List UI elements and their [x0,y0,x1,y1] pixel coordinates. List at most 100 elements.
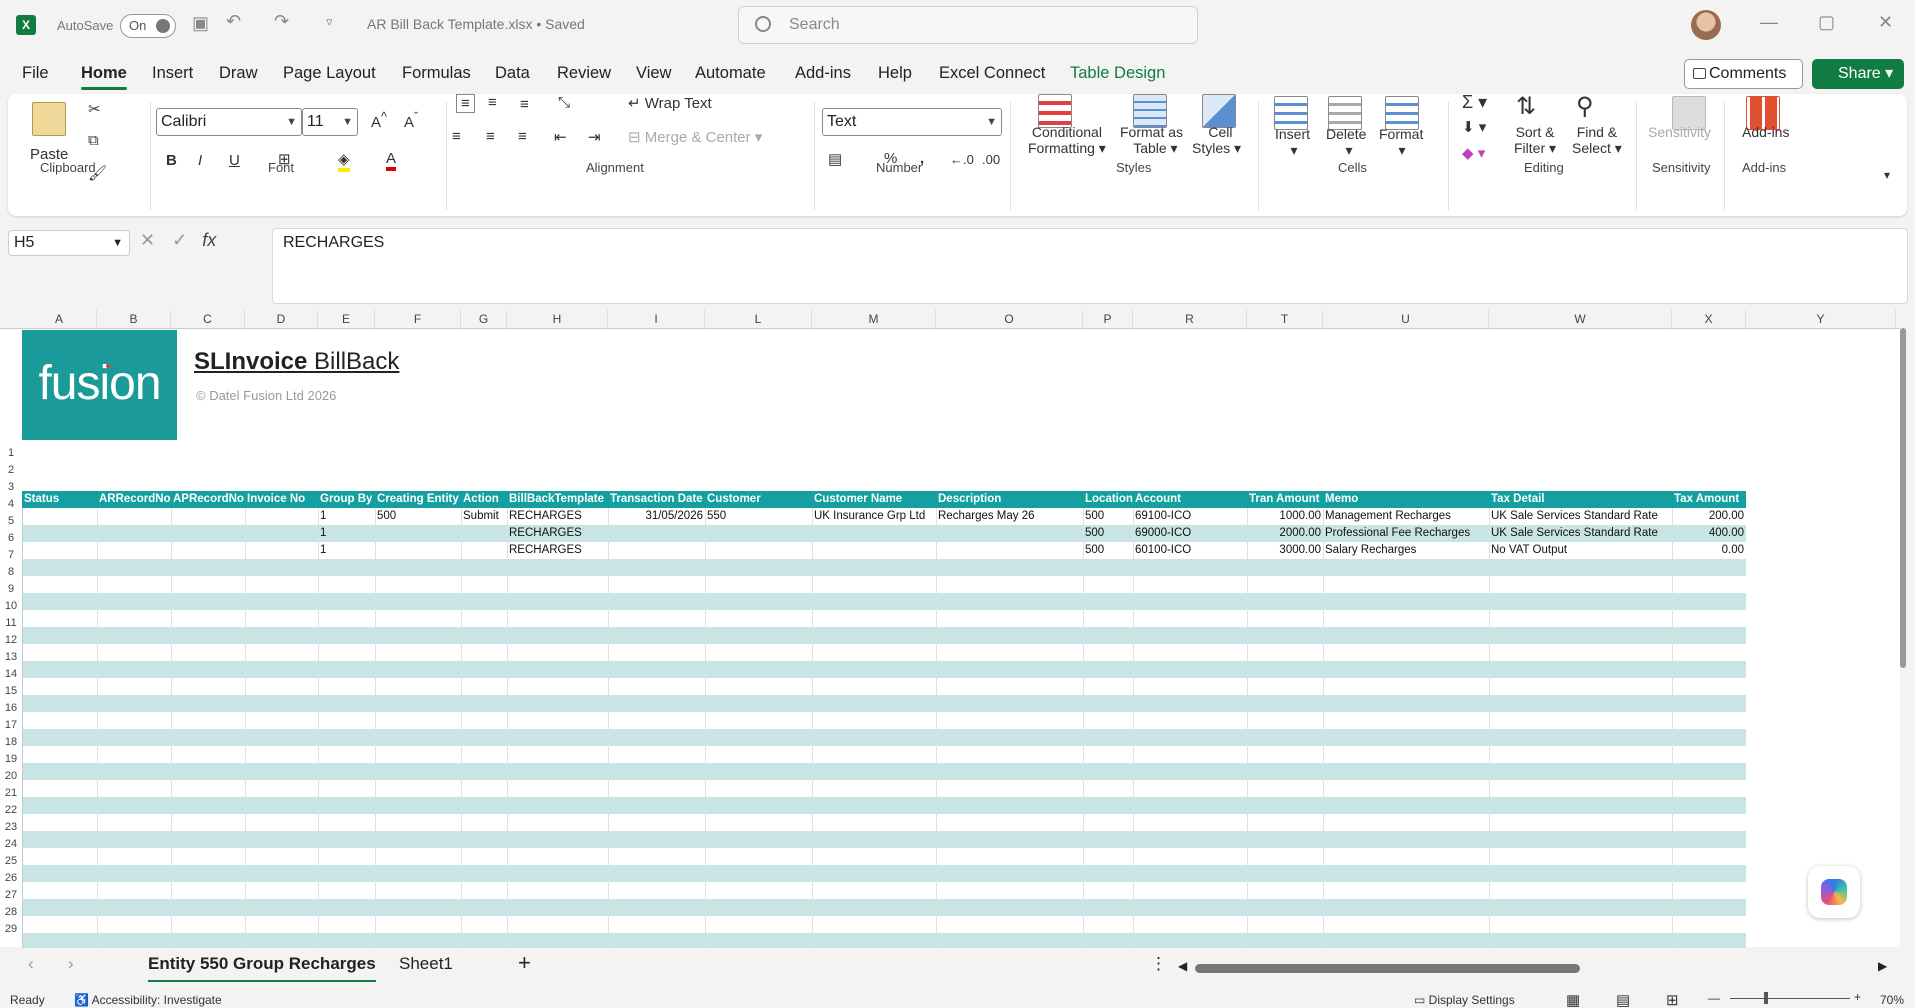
customize-qat-icon[interactable]: ▿ [326,14,333,30]
zoom-level[interactable]: 70% [1880,993,1904,1007]
table-cell[interactable] [22,508,97,525]
horizontal-scroll-thumb[interactable] [1195,964,1580,973]
sheet-tab-entity-550[interactable]: Entity 550 Group Recharges [148,954,376,982]
table-header-cell[interactable]: ARRecordNo [97,491,171,508]
tab-add-ins[interactable]: Add-ins [795,64,851,83]
tab-help[interactable]: Help [878,64,912,83]
enter-icon[interactable]: ✓ [172,230,187,250]
table-cell[interactable] [461,525,507,542]
bold-button[interactable]: B [166,152,177,169]
column-header-x[interactable]: X [1672,310,1746,329]
row-header[interactable]: 27 [0,889,22,901]
delete-cells-icon[interactable] [1328,96,1362,130]
table-cell[interactable] [245,542,318,559]
table-row[interactable] [22,712,1746,729]
column-header-u[interactable]: U [1323,310,1489,329]
tab-data[interactable]: Data [495,64,530,83]
table-header-cell[interactable]: Tax Detail [1489,491,1672,508]
table-cell[interactable]: No VAT Output [1489,542,1672,559]
fill-icon[interactable]: ⬇ ▾ [1462,118,1486,136]
align-left-icon[interactable]: ≡ [452,128,461,145]
cell-styles-icon[interactable] [1202,94,1236,128]
tab-page-layout[interactable]: Page Layout [283,64,376,83]
insert-function-icon[interactable]: fx [202,230,216,250]
table-row[interactable] [22,763,1746,780]
more-options-icon[interactable]: ⋮ [1150,954,1167,974]
copy-icon[interactable]: ⧉ [88,132,99,149]
row-header[interactable]: 8 [0,566,22,578]
table-row[interactable] [22,797,1746,814]
row-header[interactable]: 17 [0,719,22,731]
column-header-d[interactable]: D [245,310,318,329]
table-row[interactable] [22,627,1746,644]
tab-excel-connect[interactable]: Excel Connect [939,64,1045,83]
sort-filter-icon[interactable]: ⇅ [1516,92,1536,121]
row-header[interactable]: 26 [0,872,22,884]
insert-cells-button[interactable]: Insert ▾ [1275,126,1310,159]
scroll-right-icon[interactable]: ▶ [1878,959,1887,973]
cell-styles-button[interactable]: Cell Styles ▾ [1192,124,1241,157]
table-header-cell[interactable]: Invoice No [245,491,318,508]
format-as-table-icon[interactable] [1133,94,1167,128]
close-icon[interactable]: ✕ [1878,12,1893,33]
zoom-out-icon[interactable]: — [1708,991,1720,1005]
row-header[interactable]: 1 [0,447,22,459]
table-header-cell[interactable]: Description [936,491,1083,508]
user-avatar[interactable] [1691,10,1721,40]
table-cell[interactable]: 31/05/2026 [608,508,705,525]
table-cell[interactable] [705,542,812,559]
table-row[interactable] [22,746,1746,763]
table-cell[interactable]: UK Sale Services Standard Rate [1489,525,1672,542]
table-header-cell[interactable]: Transaction Date [608,491,705,508]
table-header-cell[interactable]: Customer [705,491,812,508]
table-cell[interactable]: 200.00 [1672,508,1746,525]
row-header[interactable]: 19 [0,753,22,765]
italic-button[interactable]: I [198,152,202,169]
sort-filter-button[interactable]: Sort & Filter ▾ [1514,124,1556,157]
row-header[interactable]: 5 [0,515,22,527]
row-header[interactable]: 25 [0,855,22,867]
name-box[interactable]: H5 ▼ [8,230,130,256]
column-header-a[interactable]: A [22,310,97,329]
column-header-t[interactable]: T [1247,310,1323,329]
prev-sheet-icon[interactable]: ‹ [28,954,34,974]
find-select-button[interactable]: Find & Select ▾ [1572,124,1622,157]
table-cell[interactable] [812,542,936,559]
paste-icon[interactable] [32,102,66,136]
table-row[interactable] [22,593,1746,610]
sheet-tab-sheet1[interactable]: Sheet1 [399,954,453,974]
decrease-decimal-icon[interactable]: .00 [982,152,1000,167]
table-row[interactable] [22,661,1746,678]
find-icon[interactable]: ⚲ [1576,92,1594,121]
accounting-format-icon[interactable]: ▤ [828,150,842,168]
table-cell[interactable] [171,542,245,559]
table-cell[interactable] [245,508,318,525]
table-cell[interactable] [812,525,936,542]
row-header[interactable]: 9 [0,583,22,595]
column-header-r[interactable]: R [1133,310,1247,329]
conditional-formatting-button[interactable]: Conditional Formatting ▾ [1028,124,1106,157]
increase-decimal-icon[interactable]: ←.0 [950,152,974,167]
row-header[interactable]: 3 [0,481,22,493]
table-header-cell[interactable]: Tax Amount [1672,491,1746,508]
zoom-in-icon[interactable]: + [1854,990,1861,1004]
tab-insert[interactable]: Insert [152,64,193,83]
table-header-cell[interactable]: APRecordNo [171,491,245,508]
row-header[interactable]: 20 [0,770,22,782]
save-icon[interactable]: ▣ [192,13,209,34]
format-cells-icon[interactable] [1385,96,1419,130]
table-cell[interactable]: 2000.00 [1247,525,1323,542]
table-cell[interactable]: 1 [318,525,375,542]
row-header[interactable]: 15 [0,685,22,697]
conditional-formatting-icon[interactable] [1038,94,1072,128]
table-row[interactable] [22,729,1746,746]
table-header-cell[interactable]: Action [461,491,507,508]
table-cell[interactable]: 400.00 [1672,525,1746,542]
zoom-slider-thumb[interactable] [1764,992,1768,1004]
table-cell[interactable]: 0.00 [1672,542,1746,559]
collapse-ribbon-icon[interactable]: ▾ [1884,168,1890,182]
undo-icon[interactable]: ↶ [226,11,241,32]
redo-icon[interactable]: ↷ [274,11,289,32]
table-cell[interactable]: 69100-ICO [1133,508,1247,525]
column-header-f[interactable]: F [375,310,461,329]
